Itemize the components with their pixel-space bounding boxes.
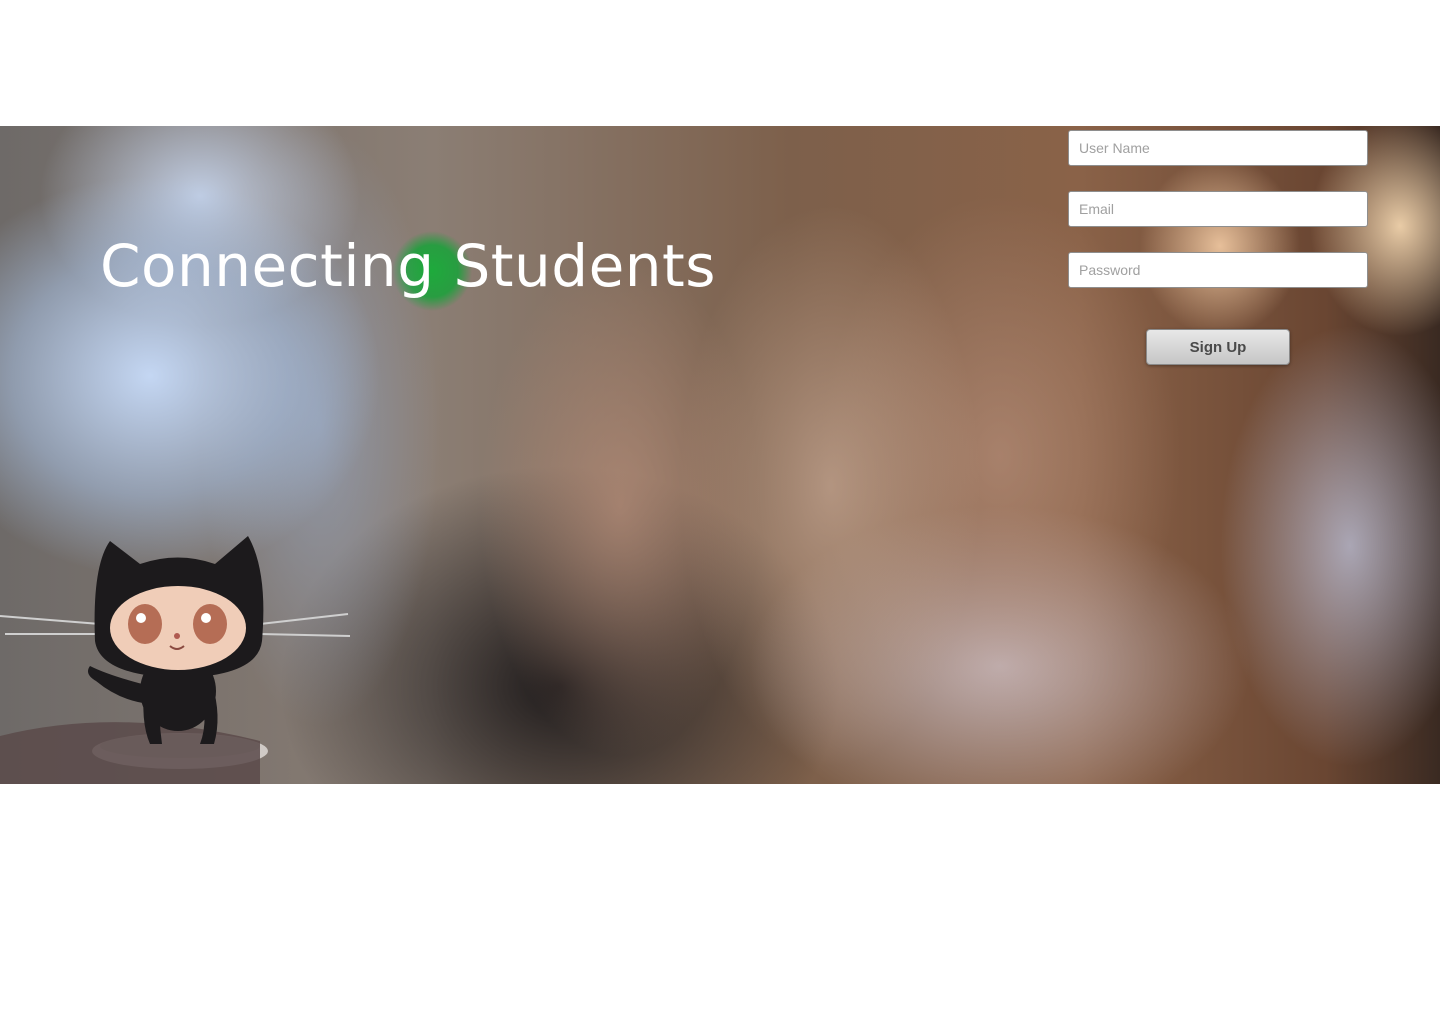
octocat-icon — [0, 536, 351, 784]
hero-title: Connecting Students — [100, 232, 716, 300]
password-input[interactable] — [1068, 252, 1368, 288]
signup-form: Sign Up — [1068, 130, 1368, 365]
sign-up-button[interactable]: Sign Up — [1146, 329, 1290, 365]
username-input[interactable] — [1068, 130, 1368, 166]
email-input[interactable] — [1068, 191, 1368, 227]
